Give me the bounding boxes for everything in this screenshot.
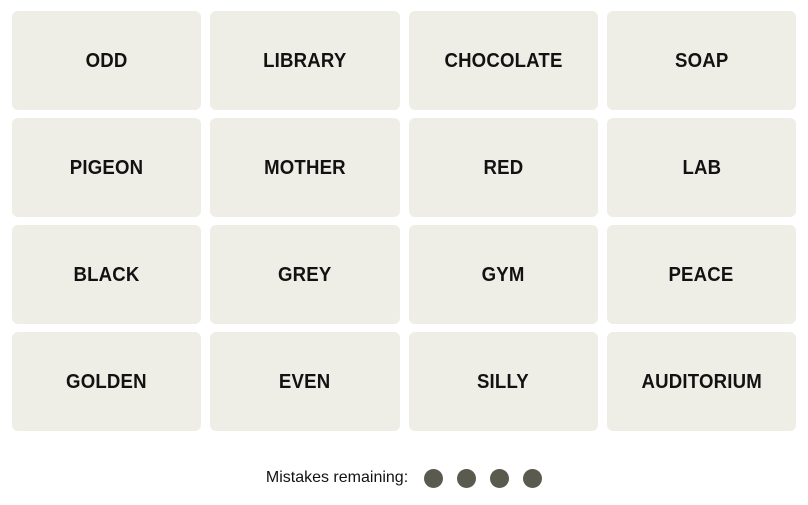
word-tile-red[interactable]: RED — [408, 118, 598, 217]
word-tile-label: GYM — [481, 263, 525, 286]
word-tile-even[interactable]: EVEN — [210, 332, 400, 431]
word-tile-pigeon[interactable]: PIGEON — [12, 118, 202, 217]
word-tile-label: MOTHER — [264, 156, 346, 179]
word-tile-soap[interactable]: SOAP — [606, 11, 796, 110]
mistakes-remaining-bar: Mistakes remaining: — [0, 458, 808, 498]
word-tile-label: GREY — [278, 263, 332, 286]
word-tile-label: LAB — [681, 156, 721, 179]
word-tile-label: PIGEON — [69, 156, 144, 179]
game-board: ODD LIBRARY CHOCOLATE SOAP PIGEON MOTHER… — [0, 0, 808, 505]
word-tile-label: SILLY — [477, 370, 530, 393]
mistake-dot-icon — [424, 468, 444, 488]
word-tile-mother[interactable]: MOTHER — [210, 118, 400, 217]
word-tile-label: ODD — [85, 49, 128, 72]
word-tile-chocolate[interactable]: CHOCOLATE — [408, 11, 598, 110]
word-tile-gym[interactable]: GYM — [408, 225, 598, 324]
word-tile-silly[interactable]: SILLY — [408, 332, 598, 431]
word-tile-grid: ODD LIBRARY CHOCOLATE SOAP PIGEON MOTHER… — [12, 11, 796, 431]
word-tile-label: EVEN — [279, 370, 331, 393]
word-tile-label: CHOCOLATE — [444, 49, 563, 72]
word-tile-odd[interactable]: ODD — [12, 11, 202, 110]
word-tile-label: AUDITORIUM — [641, 370, 762, 393]
word-tile-label: PEACE — [668, 263, 734, 286]
word-tile-label: BLACK — [73, 263, 140, 286]
word-tile-lab[interactable]: LAB — [606, 118, 796, 217]
mistake-dot-icon — [457, 468, 477, 488]
word-tile-black[interactable]: BLACK — [12, 225, 202, 324]
word-tile-label: RED — [483, 156, 524, 179]
word-tile-label: GOLDEN — [66, 370, 147, 393]
word-tile-grey[interactable]: GREY — [210, 225, 400, 324]
mistake-dot-icon — [490, 468, 510, 488]
mistakes-remaining-label: Mistakes remaining: — [265, 469, 409, 486]
word-tile-auditorium[interactable]: AUDITORIUM — [606, 332, 796, 431]
word-tile-label: LIBRARY — [263, 49, 347, 72]
word-tile-peace[interactable]: PEACE — [606, 225, 796, 324]
word-tile-golden[interactable]: GOLDEN — [12, 332, 202, 431]
mistake-dot-icon — [523, 468, 543, 488]
word-tile-label: SOAP — [674, 49, 729, 72]
mistakes-dots — [424, 468, 543, 488]
word-tile-library[interactable]: LIBRARY — [210, 11, 400, 110]
